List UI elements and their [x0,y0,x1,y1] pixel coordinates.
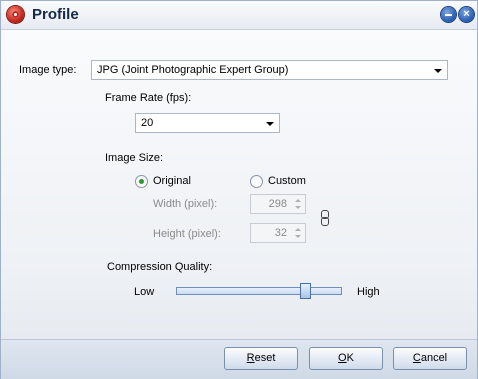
compression-high-label: High [357,286,380,298]
cancel-button[interactable]: Cancel [393,347,467,370]
height-label: Height (pixel): [153,228,221,240]
chevron-down-icon [434,69,442,73]
profile-dialog: Profile × Image type: JPG (Joint Photogr… [0,0,478,379]
minimize-icon[interactable] [441,7,456,22]
spin-down-icon[interactable] [295,206,301,209]
compression-slider-thumb[interactable] [300,283,311,299]
image-size-label: Image Size: [105,152,164,164]
ok-label: K [346,352,354,364]
compression-label: Compression Quality: [107,261,213,273]
custom-radio[interactable] [250,175,263,188]
width-value: 298 [268,198,287,210]
width-spinbox[interactable]: 298 [250,194,306,214]
cancel-label: ancel [420,352,448,364]
spin-up-icon[interactable] [295,228,301,231]
image-type-select[interactable]: JPG (Joint Photographic Expert Group) [91,60,448,80]
image-type-value: JPG (Joint Photographic Expert Group) [97,64,289,76]
original-radio[interactable] [135,175,148,188]
ok-mnemonic: O [338,352,347,364]
reset-mnemonic: R [246,352,255,364]
width-label: Width (pixel): [153,198,218,210]
spin-down-icon[interactable] [295,235,301,238]
frame-rate-value: 20 [141,117,154,129]
close-icon[interactable]: × [459,7,474,22]
frame-rate-label: Frame Rate (fps): [105,92,192,104]
chain-link-icon[interactable] [321,210,329,226]
custom-radio-label[interactable]: Custom [268,175,306,187]
window-title: Profile [32,6,79,23]
profile-gear-icon [7,6,24,23]
title-bar[interactable]: Profile × [1,1,477,30]
compression-slider-track[interactable] [176,287,342,295]
compression-low-label: Low [134,286,155,298]
spin-up-icon[interactable] [295,199,301,202]
cancel-mnemonic: C [412,352,421,364]
frame-rate-select[interactable]: 20 [135,113,280,133]
image-type-label: Image type: [19,64,77,76]
button-bar: Reset OK Cancel [1,339,477,379]
reset-button[interactable]: Reset [224,347,298,370]
original-radio-label[interactable]: Original [153,175,191,187]
ok-button[interactable]: OK [309,347,383,370]
reset-label: eset [254,352,276,364]
height-value: 32 [274,227,287,239]
height-spinbox[interactable]: 32 [250,223,306,243]
chevron-down-icon [266,122,274,126]
